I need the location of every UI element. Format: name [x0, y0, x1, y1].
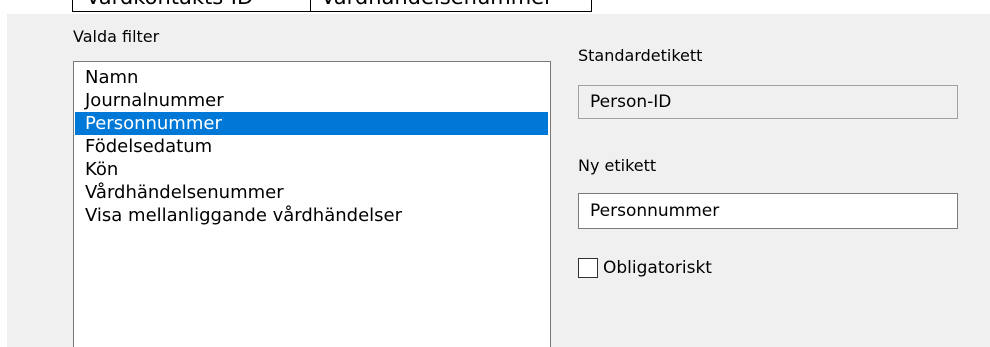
- filter-item-kon[interactable]: Kön: [74, 158, 550, 181]
- default-label-field: Person-ID: [578, 85, 958, 119]
- filter-item-fodelsedatum[interactable]: Födelsedatum: [74, 135, 550, 158]
- tab-vardhandelsenummer[interactable]: Vårdhändelsenummer: [311, 0, 592, 12]
- required-checkbox[interactable]: [578, 258, 598, 278]
- default-label-heading: Standardetikett: [578, 46, 703, 65]
- required-checkbox-label[interactable]: Obligatoriskt: [603, 258, 712, 278]
- selected-filters-listbox[interactable]: Namn Journalnummer Personnummer Födelsed…: [73, 61, 551, 347]
- new-label-heading: Ny etikett: [578, 156, 657, 175]
- filter-item-journalnummer[interactable]: Journalnummer: [74, 89, 550, 112]
- filter-item-namn[interactable]: Namn: [74, 66, 550, 89]
- new-label-input[interactable]: [578, 193, 958, 229]
- required-checkbox-row[interactable]: Obligatoriskt: [578, 256, 712, 280]
- filter-item-personnummer[interactable]: Personnummer: [75, 112, 548, 135]
- selected-filters-heading: Valda filter: [73, 27, 160, 46]
- filter-item-vardhandelsenummer[interactable]: Vårdhändelsenummer: [74, 181, 550, 204]
- top-tab-strip: Vårdkontakts-ID Vårdhändelsenummer: [72, 0, 592, 12]
- filter-item-visa-mellanliggande[interactable]: Visa mellanliggande vårdhändelser: [74, 204, 550, 227]
- tab-vardkontakts-id[interactable]: Vårdkontakts-ID: [72, 0, 311, 12]
